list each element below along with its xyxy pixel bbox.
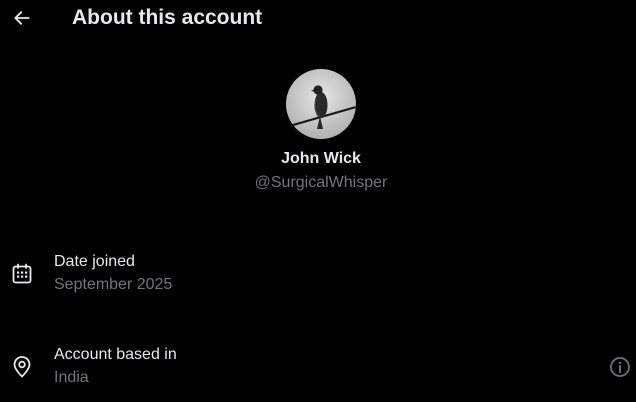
user-handle: @SurgicalWhisper: [254, 174, 388, 191]
bird-on-wire-avatar: [286, 69, 356, 139]
calendar-icon: [12, 263, 32, 284]
page-header: About this account: [0, 0, 636, 36]
account-based-in-row: Account based in India: [0, 345, 636, 395]
location-pin-icon: [13, 356, 31, 378]
info-button[interactable]: [608, 355, 632, 379]
date-joined-value: September 2025: [54, 276, 173, 293]
date-joined-label: Date joined: [54, 253, 135, 270]
date-joined-row: Date joined September 2025: [0, 252, 636, 302]
info-circle-icon: [610, 357, 630, 377]
display-name: John Wick: [281, 150, 361, 167]
arrow-left-icon: [14, 11, 30, 25]
account-based-in-value: India: [54, 369, 89, 386]
avatar[interactable]: [286, 69, 356, 139]
account-based-in-label: Account based in: [54, 346, 177, 363]
back-button[interactable]: [8, 4, 36, 32]
page-title: About this account: [72, 6, 263, 29]
